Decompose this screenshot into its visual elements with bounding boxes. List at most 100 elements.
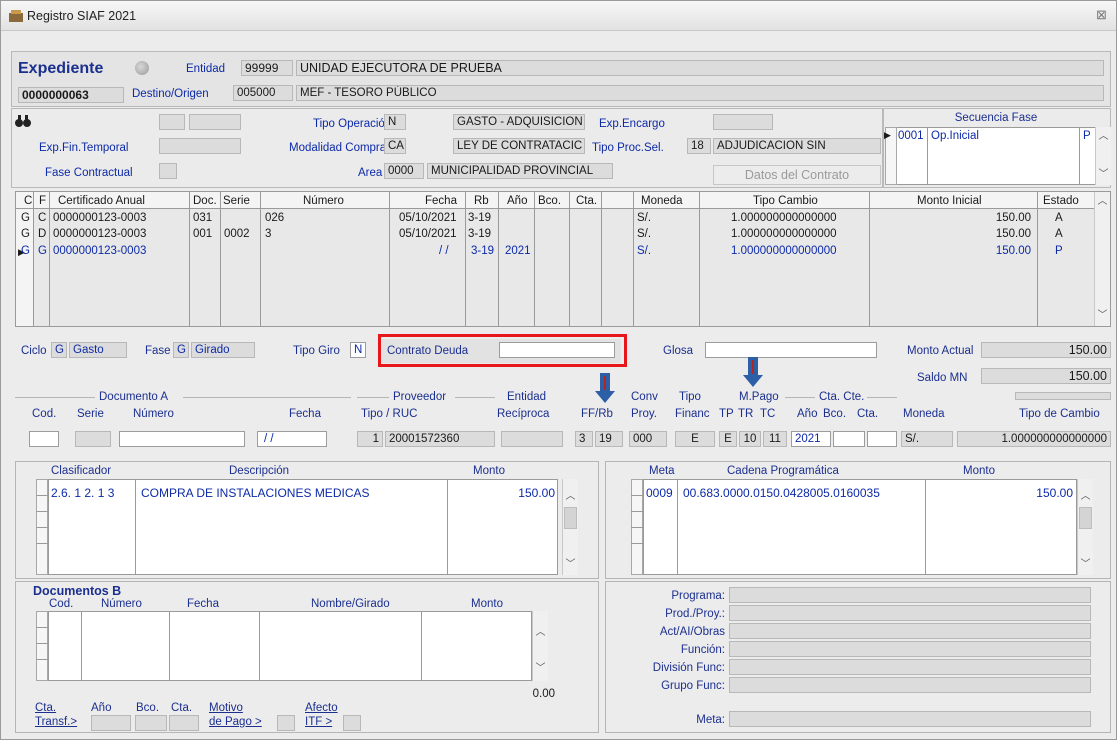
col-serie: Serie (223, 195, 250, 207)
act-obras-label: Act/AI/Obras (659, 626, 725, 638)
doc-a-fecha[interactable]: / / (257, 431, 327, 447)
status-indicator-icon (135, 61, 149, 75)
docb-bco-field (135, 715, 167, 731)
descripcion-header: Descripción (229, 465, 290, 477)
tipo-proc-value: ADJUDICACION SIN (713, 138, 881, 154)
tipo-ruc-label: Tipo / RUC (361, 408, 418, 420)
doc-a-serie (75, 431, 111, 447)
monto-actual-label: Monto Actual (907, 345, 974, 357)
col-estado: Estado (1043, 195, 1079, 207)
scroll-up-icon[interactable]: ︿ (533, 625, 548, 641)
afecto-link-top[interactable]: Afecto (305, 701, 338, 715)
area-code: 0000 (384, 163, 424, 179)
proy-label: Proy. (631, 408, 657, 420)
scroll-up-icon[interactable]: ︿ (1095, 194, 1110, 210)
op-blank-2 (189, 114, 241, 130)
motivo-pago-link[interactable]: de Pago > (209, 715, 262, 729)
meta-scrollbar[interactable]: ︿ ﹀ (1077, 479, 1093, 575)
ciclo-code: G (51, 342, 67, 358)
secuencia-scrollbar[interactable]: ︿ ﹀ (1095, 127, 1111, 185)
ctacte-anio-label: Año (797, 408, 818, 420)
scroll-down-icon[interactable]: ﹀ (533, 661, 548, 677)
exp-fin-temporal-field (159, 138, 241, 154)
glosa-label: Glosa (663, 345, 694, 357)
ctacte-title: Cta. Cte. (819, 391, 865, 403)
ctacte-bco[interactable] (833, 431, 865, 447)
col-tipo-cambio: Tipo Cambio (753, 195, 818, 207)
tipo-cambio-label: Tipo de Cambio (1019, 408, 1100, 420)
docb-bco-label: Bco. (136, 702, 160, 714)
glosa-input[interactable] (705, 342, 877, 358)
destino-label: Destino/Origen (132, 88, 209, 100)
proveedor-ruc: 20001572360 (385, 431, 495, 447)
fase-contractual-field (159, 163, 177, 179)
programa-label: Programa: (671, 590, 725, 602)
scroll-down-icon[interactable]: ﹀ (1078, 557, 1093, 573)
destino-code: 005000 (233, 85, 293, 101)
col-moneda: Moneda (641, 195, 683, 207)
ctacte-anio-value[interactable]: 2021 (791, 431, 831, 447)
scroll-up-icon[interactable]: ︿ (1096, 129, 1111, 145)
programa-field (729, 587, 1091, 603)
clasificador-scrollbar[interactable]: ︿ ﹀ (562, 479, 578, 575)
col-cta: Cta. (576, 195, 598, 207)
title-bar (1, 1, 1116, 31)
grupo-func-field (729, 677, 1091, 693)
scroll-down-icon[interactable]: ﹀ (563, 557, 578, 573)
meta-monto: 150.00 (1036, 486, 1073, 500)
proveedor-title: Proveedor (393, 391, 447, 403)
doc-a-cod[interactable] (29, 431, 59, 447)
datos-contrato-button[interactable]: Datos del Contrato (713, 165, 881, 185)
tipo-proc-label: Tipo Proc.Sel. (592, 142, 664, 154)
grupo-func-label: Grupo Func: (661, 680, 725, 692)
app-icon (9, 10, 23, 22)
main-grid-gray-body (16, 209, 1094, 326)
docb-scrollbar[interactable]: ︿ ﹀ (532, 611, 548, 681)
documento-a-title: Documento A (99, 391, 169, 403)
rb-value: 19 (595, 431, 623, 447)
moneda-value: S/. (901, 431, 953, 447)
conv-label: Conv (631, 391, 658, 403)
cta-transf-link[interactable]: Transf.> (35, 715, 77, 729)
afecto-itf-link[interactable]: ITF > (305, 715, 332, 729)
clasificador-header: Clasificador (51, 465, 112, 477)
doc-a-numero[interactable] (119, 431, 245, 447)
ciclo-value: Gasto (69, 342, 127, 358)
motivo-link-top[interactable]: Motivo (209, 701, 243, 715)
documentos-b-list (48, 611, 532, 681)
ctacte-cta-label: Cta. (857, 408, 879, 420)
docb-row-selector[interactable] (36, 611, 48, 681)
ctacte-cta[interactable] (867, 431, 897, 447)
tc-value: 11 (763, 431, 787, 447)
op-blank-1 (159, 114, 185, 130)
exp-encargo-field (713, 114, 773, 130)
scroll-up-icon[interactable]: ︿ (1078, 489, 1093, 505)
scroll-down-icon[interactable]: ﹀ (1096, 167, 1111, 183)
destino-name: MEF - TESORO PÚBLICO (296, 85, 1104, 101)
tipo-giro-code[interactable]: N (350, 342, 366, 358)
act-obras-field (729, 623, 1091, 639)
scroll-up-icon[interactable]: ︿ (563, 489, 578, 505)
fase-label: Fase (145, 345, 171, 357)
docb-monto-header: Monto (471, 598, 503, 610)
row-pointer-icon: ▶ (884, 130, 891, 140)
binoculars-icon[interactable] (15, 114, 31, 128)
reciproca-label: Recíproca (497, 408, 550, 420)
secuencia-list (896, 127, 1096, 185)
funcion-field (729, 641, 1091, 657)
proy-value: 000 (629, 431, 667, 447)
ciclo-label: Ciclo (21, 345, 47, 357)
docb-fecha-header: Fecha (187, 598, 219, 610)
main-grid-scrollbar[interactable]: ︿ ﹀ (1094, 192, 1110, 326)
clasificador-monto: 150.00 (518, 486, 555, 500)
clasificador-desc: COMPRA DE INSTALACIONES MEDICAS (141, 486, 370, 500)
col-monto: Monto Inicial (917, 195, 982, 207)
cta-transf-link-top[interactable]: Cta. (35, 701, 56, 715)
scroll-down-icon[interactable]: ﹀ (1095, 308, 1110, 324)
secuencia-title: Secuencia Fase (954, 112, 1038, 124)
entidad-reciproca (501, 431, 563, 447)
motivo-field (277, 715, 295, 731)
close-icon[interactable]: ⊠ (1096, 8, 1107, 22)
exp-fin-temporal-label: Exp.Fin.Temporal (39, 142, 129, 154)
exp-encargo-label: Exp.Encargo (599, 118, 665, 130)
